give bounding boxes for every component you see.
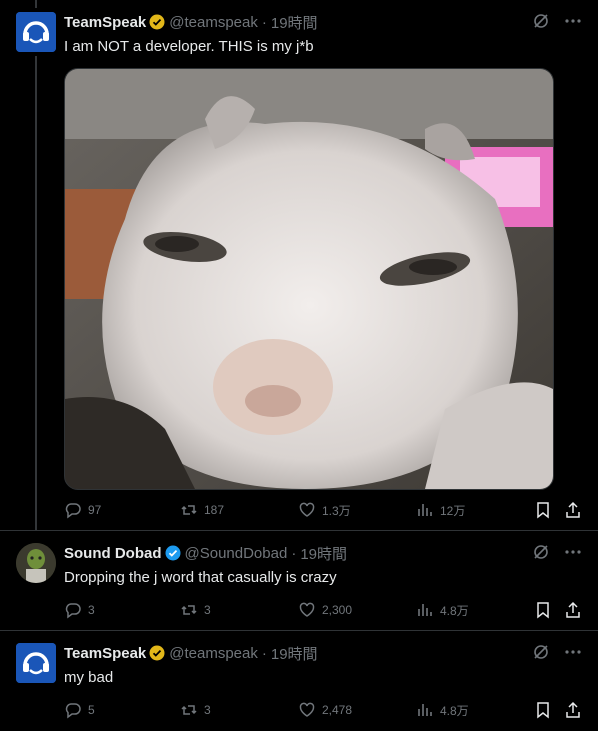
verified-badge-icon	[149, 645, 165, 661]
views-icon	[416, 601, 434, 619]
display-name[interactable]: TeamSpeak	[64, 14, 146, 31]
views-button[interactable]: 4.8万	[416, 601, 469, 619]
repost-icon	[180, 701, 198, 719]
repost-button[interactable]: 3	[180, 701, 211, 719]
like-icon	[298, 701, 316, 719]
share-icon	[564, 701, 582, 719]
separator-dot: ·	[261, 644, 267, 662]
tweet-top-icons	[532, 643, 582, 661]
bookmark-button[interactable]	[534, 701, 552, 719]
display-name[interactable]: TeamSpeak	[64, 645, 146, 662]
grok-icon[interactable]	[532, 543, 550, 561]
repost-icon	[180, 501, 198, 519]
tweet-header: TeamSpeak @teamspeak · 19時間	[64, 643, 318, 663]
grok-icon[interactable]	[532, 643, 550, 661]
share-button[interactable]	[564, 601, 582, 619]
separator-dot: ·	[291, 544, 297, 562]
views-icon	[416, 501, 434, 519]
bookmark-button[interactable]	[534, 501, 552, 519]
verified-badge-icon	[149, 14, 165, 30]
tweet-actions: 97 187 1.3万 12万	[64, 500, 584, 520]
display-name[interactable]: Sound Dobad	[64, 545, 162, 562]
repost-icon	[180, 601, 198, 619]
reply-icon	[64, 501, 82, 519]
reply-button[interactable]: 5	[64, 701, 95, 719]
repost-count: 3	[204, 603, 211, 617]
avatar[interactable]	[16, 12, 56, 52]
repost-button[interactable]: 3	[180, 601, 211, 619]
tweet-top-icons	[532, 543, 582, 561]
timestamp[interactable]: 19時間	[271, 643, 318, 664]
share-button[interactable]	[564, 701, 582, 719]
handle[interactable]: @teamspeak	[169, 14, 258, 31]
like-count: 2,300	[322, 603, 353, 617]
like-button[interactable]: 2,478	[298, 701, 352, 719]
tweet-actions: 3 3 2,300 4.8万	[64, 600, 584, 620]
repost-count: 187	[204, 503, 225, 517]
like-button[interactable]: 2,300	[298, 601, 352, 619]
tweet-header: Sound Dobad @SoundDobad · 19時間	[64, 543, 347, 563]
like-button[interactable]: 1.3万	[298, 501, 351, 519]
verified-badge-icon	[165, 545, 181, 561]
reply-button[interactable]: 3	[64, 601, 95, 619]
tweet-sounddobad-reply[interactable]: Sound Dobad @SoundDobad · 19時間 Dropping …	[0, 531, 598, 630]
avatar[interactable]	[16, 543, 56, 583]
views-count: 12万	[440, 503, 466, 518]
bookmark-button[interactable]	[534, 601, 552, 619]
tweet-top-icons	[532, 12, 582, 30]
tweet-actions: 5 3 2,478 4.8万	[64, 700, 584, 720]
tweet-teamspeak-main[interactable]: TeamSpeak @teamspeak · 19時間 I am NOT a d…	[0, 0, 598, 530]
bookmark-icon	[534, 601, 552, 619]
handle[interactable]: @SoundDobad	[185, 545, 288, 562]
share-icon	[564, 601, 582, 619]
share-icon	[564, 501, 582, 519]
reply-icon	[64, 701, 82, 719]
like-count: 2,478	[322, 703, 353, 717]
tweet-text: my bad	[64, 669, 114, 686]
views-count: 4.8万	[440, 603, 469, 618]
views-icon	[416, 701, 434, 719]
grok-icon[interactable]	[532, 12, 550, 30]
tweet-image-cat[interactable]	[64, 68, 554, 490]
timestamp[interactable]: 19時間	[300, 543, 347, 564]
more-icon[interactable]	[564, 12, 582, 30]
like-count: 1.3万	[322, 503, 351, 518]
avatar[interactable]	[16, 643, 56, 683]
reply-count: 5	[88, 703, 95, 717]
tweet-teamspeak-reply[interactable]: TeamSpeak @teamspeak · 19時間 my bad 5 3 2…	[0, 631, 598, 731]
reply-count: 97	[88, 503, 102, 517]
views-button[interactable]: 12万	[416, 501, 465, 519]
repost-count: 3	[204, 703, 211, 717]
views-button[interactable]: 4.8万	[416, 701, 469, 719]
views-count: 4.8万	[440, 703, 469, 718]
more-icon[interactable]	[564, 643, 582, 661]
bookmark-icon	[534, 501, 552, 519]
share-button[interactable]	[564, 501, 582, 519]
separator-dot: ·	[261, 13, 267, 31]
tweet-header: TeamSpeak @teamspeak · 19時間	[64, 12, 318, 32]
handle[interactable]: @teamspeak	[169, 645, 258, 662]
reply-count: 3	[88, 603, 95, 617]
tweet-text: I am NOT a developer. THIS is my j*b	[64, 38, 314, 55]
reply-button[interactable]: 97	[64, 501, 101, 519]
bookmark-icon	[534, 701, 552, 719]
like-icon	[298, 501, 316, 519]
like-icon	[298, 601, 316, 619]
tweet-text: Dropping the j word that casually is cra…	[64, 569, 337, 586]
repost-button[interactable]: 187	[180, 501, 224, 519]
more-icon[interactable]	[564, 543, 582, 561]
reply-icon	[64, 601, 82, 619]
timestamp[interactable]: 19時間	[271, 12, 318, 33]
